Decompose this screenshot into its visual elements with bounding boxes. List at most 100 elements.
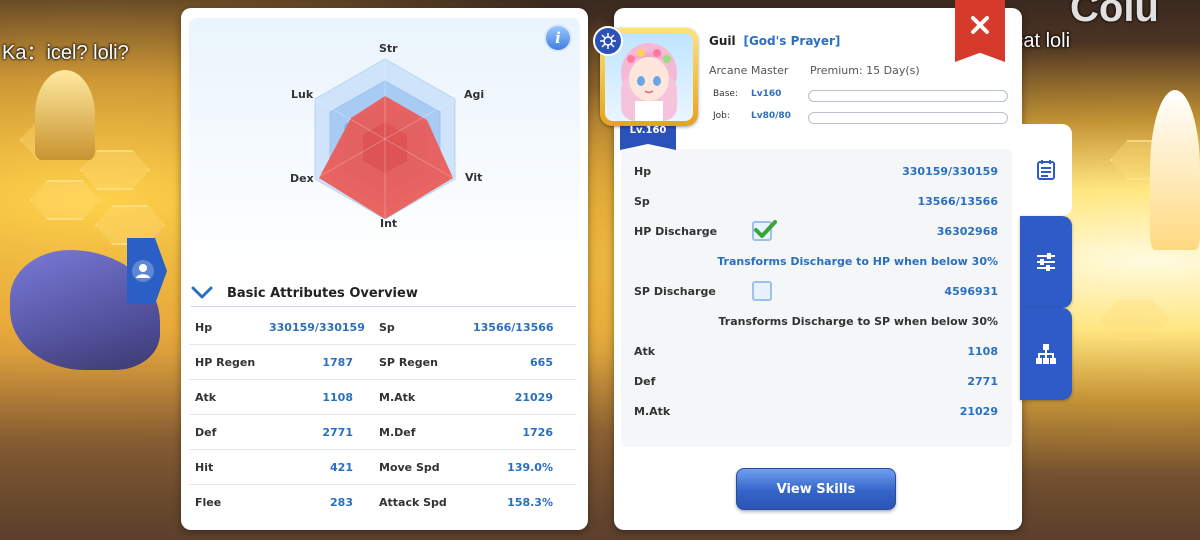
stat-value: 36302968 (936, 225, 998, 238)
hierarchy-icon (1036, 344, 1056, 364)
stats-row: Def 2771 M.Def 1726 (189, 415, 576, 450)
sp-discharge-checkbox[interactable] (752, 281, 772, 301)
stat-label: Atk (634, 345, 656, 358)
stat-value: 2771 (967, 375, 998, 388)
stat-value: 158.3% (507, 496, 553, 509)
class-name: Arcane Master (709, 64, 789, 77)
stat-label: HP Discharge (634, 225, 718, 238)
stat-row-def: Def 2771 (621, 367, 1012, 397)
stats-table: Hp 330159/330159 Sp 13566/13566 HP Regen… (189, 310, 576, 520)
stat-label: Sp (379, 320, 395, 334)
stat-value: 1108 (967, 345, 998, 358)
guild-name[interactable]: [God's Prayer] (743, 34, 840, 48)
hex-decoration (30, 180, 100, 220)
hp-discharge-checkbox[interactable] (752, 220, 777, 241)
stat-label: Atk (195, 390, 217, 404)
job-label: Job: (713, 111, 730, 121)
sp-discharge-note: Transforms Discharge to SP when below 30… (718, 315, 999, 328)
close-icon (971, 16, 989, 34)
radar-label-vit: Vit (465, 171, 483, 184)
radar-label-agi: Agi (464, 88, 485, 101)
stat-row-sp-discharge: SP Discharge 4596931 (621, 277, 1012, 307)
radar-label-str: Str (379, 42, 398, 55)
stat-value: 13566/13566 (473, 320, 554, 334)
player-name: Guil (709, 34, 736, 48)
stat-value: 2771 (322, 425, 353, 439)
base-exp-bar (808, 90, 1008, 102)
stat-value: 21029 (514, 390, 553, 404)
base-label: Base: (713, 89, 738, 99)
character-stats-list: Hp 330159/330159 Sp 13566/13566 HP Disch… (621, 149, 1012, 447)
stat-label: Hp (634, 165, 652, 178)
stat-value: 13566/13566 (917, 195, 998, 208)
glowing-figure (1150, 90, 1200, 250)
stat-value: 139.0% (507, 460, 553, 474)
stat-label: Sp (634, 195, 650, 208)
scene-title-text: Colu (1070, 0, 1159, 30)
stat-label: SP Regen (379, 355, 438, 369)
job-level: Lv80/80 (751, 111, 791, 121)
stat-label: Def (634, 375, 656, 388)
base-level: Lv160 (751, 89, 782, 99)
stat-value: 330159/330159 (269, 320, 365, 334)
info-button[interactable]: i (544, 24, 572, 52)
divider (191, 306, 576, 307)
stat-value: 4596931 (944, 285, 998, 298)
sliders-icon (1037, 253, 1055, 271)
chevron-down-icon (191, 286, 213, 299)
stats-row: Hit 421 Move Spd 139.0% (189, 450, 576, 485)
stat-value: 1726 (522, 425, 553, 439)
sp-discharge-note-row: Transforms Discharge to SP when below 30… (621, 307, 1012, 337)
stats-row: Atk 1108 M.Atk 21029 (189, 380, 576, 415)
stat-label: Hit (195, 460, 214, 474)
stat-label: SP Discharge (634, 285, 716, 298)
stat-value: 21029 (959, 405, 998, 418)
stat-label: Attack Spd (379, 496, 447, 509)
stat-value: 1108 (322, 390, 353, 404)
chat-bubble-left: Ka：icel? loli? (2, 42, 129, 64)
stat-value: 283 (330, 496, 353, 509)
stats-row: Hp 330159/330159 Sp 13566/13566 (189, 310, 576, 345)
stat-value: 665 (530, 355, 553, 369)
radar-label-int: Int (380, 217, 398, 230)
tab-hierarchy[interactable] (1020, 308, 1072, 400)
calendar-icon (1037, 160, 1055, 180)
radar-chart: Str Agi Vit Int Dex Luk i (189, 18, 580, 266)
stat-value: 1787 (322, 355, 353, 369)
stats-row: HP Regen 1787 SP Regen 665 (189, 345, 576, 380)
job-exp-bar (808, 112, 1008, 124)
stats-row: Flee 283 Attack Spd 158.3% (189, 485, 576, 520)
stat-label: HP Regen (195, 355, 256, 369)
tab-settings[interactable] (1020, 216, 1072, 308)
stat-label: Flee (195, 496, 222, 509)
golden-statue (35, 70, 95, 160)
stat-row-hp: Hp 330159/330159 (621, 157, 1012, 187)
stat-label: M.Def (379, 425, 416, 439)
radar-label-dex: Dex (290, 172, 314, 185)
stat-row-matk: M.Atk 21029 (621, 397, 1012, 427)
snowflake-icon (600, 33, 616, 49)
stat-label: Hp (195, 320, 213, 334)
class-badge (593, 26, 623, 56)
hp-discharge-note-row: Transforms Discharge to HP when below 30… (621, 247, 1012, 277)
stat-row-sp: Sp 13566/13566 (621, 187, 1012, 217)
stat-row-hp-discharge: HP Discharge 36302968 (621, 217, 1012, 247)
tab-info[interactable] (1020, 124, 1072, 216)
close-button[interactable] (955, 0, 1005, 62)
stat-label: Move Spd (379, 460, 440, 474)
stat-row-atk: Atk 1108 (621, 337, 1012, 367)
name-line: Guil [God's Prayer] (709, 34, 840, 48)
stat-label: M.Atk (634, 405, 671, 418)
check-icon (754, 220, 777, 238)
premium-status: Premium: 15 Day(s) (810, 64, 920, 77)
user-icon (132, 260, 154, 282)
overview-header[interactable]: Basic Attributes Overview (191, 280, 576, 306)
stat-label: Def (195, 425, 217, 439)
overview-title: Basic Attributes Overview (227, 285, 418, 301)
stat-value: 330159/330159 (902, 165, 998, 178)
level-badge: Lv.160 (629, 125, 667, 136)
view-skills-button[interactable]: View Skills (736, 468, 896, 510)
stat-label: M.Atk (379, 390, 416, 404)
attributes-panel: Str Agi Vit Int Dex Luk i Basic Attribut… (181, 8, 588, 530)
hp-discharge-note: Transforms Discharge to HP when below 30… (717, 255, 998, 268)
